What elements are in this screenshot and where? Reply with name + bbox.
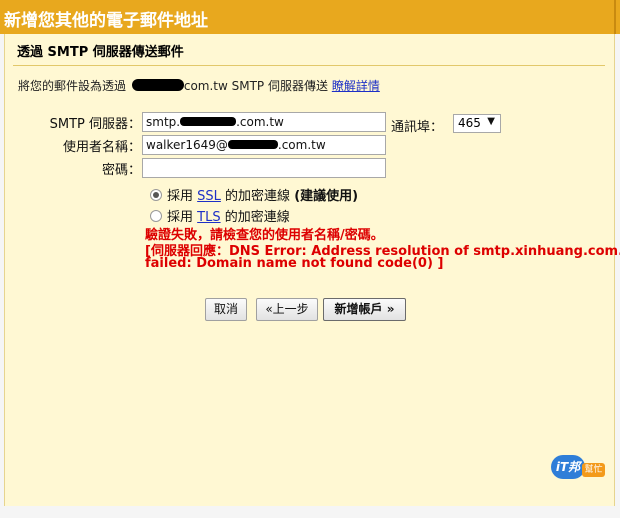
- ssl-link[interactable]: SSL: [197, 189, 221, 204]
- redacted-block: [131, 79, 184, 91]
- user-value-prefix: walker1649@: [146, 138, 228, 152]
- port-value: 465: [458, 116, 481, 130]
- port-label: 通訊埠：: [391, 120, 444, 135]
- bottom-strip: [0, 506, 620, 518]
- back-button[interactable]: «上一步: [256, 298, 318, 321]
- cancel-button[interactable]: 取消: [205, 298, 247, 321]
- smtp-value-prefix: smtp.: [146, 115, 181, 129]
- username-label: 使用者名稱：: [62, 140, 141, 155]
- add-account-button[interactable]: 新增帳戶 »: [323, 298, 406, 321]
- password-input[interactable]: [142, 158, 386, 178]
- chevron-down-icon: ▼: [487, 116, 495, 127]
- section-title: 透過 SMTP 伺服器傳送郵件: [17, 45, 184, 60]
- redacted-block: [227, 140, 278, 149]
- server-response-detail: failed: Domain name not found code(0) ]: [145, 256, 444, 271]
- smtp-server-label: SMTP 伺服器：: [49, 117, 141, 132]
- ssl-radio[interactable]: [150, 189, 162, 201]
- learn-more-link[interactable]: 瞭解詳情: [332, 79, 380, 93]
- dialog-panel: 透過 SMTP 伺服器傳送郵件 將您的郵件設為透過 com.tw SMTP 伺服…: [4, 34, 620, 506]
- info-suffix: com.tw SMTP 伺服器傳送: [183, 79, 328, 93]
- user-value-suffix: .com.tw: [277, 138, 326, 152]
- ithome-badge: iT邦 幫忙: [551, 455, 605, 479]
- titlebar-edge: [614, 0, 616, 34]
- dialog-titlebar: 新增您其他的電子郵件地址: [0, 0, 620, 34]
- ssl-prefix: 採用: [167, 189, 194, 204]
- section-divider: [13, 65, 605, 66]
- tls-prefix: 採用: [167, 210, 194, 225]
- username-input[interactable]: walker1649@ .com.tw: [142, 135, 386, 155]
- badge-logo: iT邦: [551, 455, 585, 479]
- redacted-block: [180, 117, 237, 126]
- ssl-option[interactable]: 採用 SSL 的加密連線 (建議使用): [150, 185, 358, 204]
- password-label: 密碼：: [101, 163, 141, 178]
- dialog-title: 新增您其他的電子郵件地址: [4, 11, 208, 31]
- info-text: 將您的郵件設為透過 com.tw SMTP 伺服器傳送 瞭解詳情: [18, 77, 380, 94]
- tls-link[interactable]: TLS: [197, 210, 220, 225]
- smtp-server-input[interactable]: smtp. .com.tw: [142, 112, 386, 132]
- info-prefix: 將您的郵件設為透過: [18, 79, 127, 93]
- port-select[interactable]: 465 ▼: [453, 114, 501, 133]
- ssl-suffix: 的加密連線: [225, 189, 291, 204]
- badge-tag: 幫忙: [582, 463, 605, 477]
- smtp-value-suffix: .com.tw: [236, 115, 284, 129]
- tls-option[interactable]: 採用 TLS 的加密連線: [150, 206, 290, 225]
- ssl-recommend: (建議使用): [294, 189, 359, 204]
- tls-radio[interactable]: [150, 210, 162, 222]
- tls-suffix: 的加密連線: [224, 210, 290, 225]
